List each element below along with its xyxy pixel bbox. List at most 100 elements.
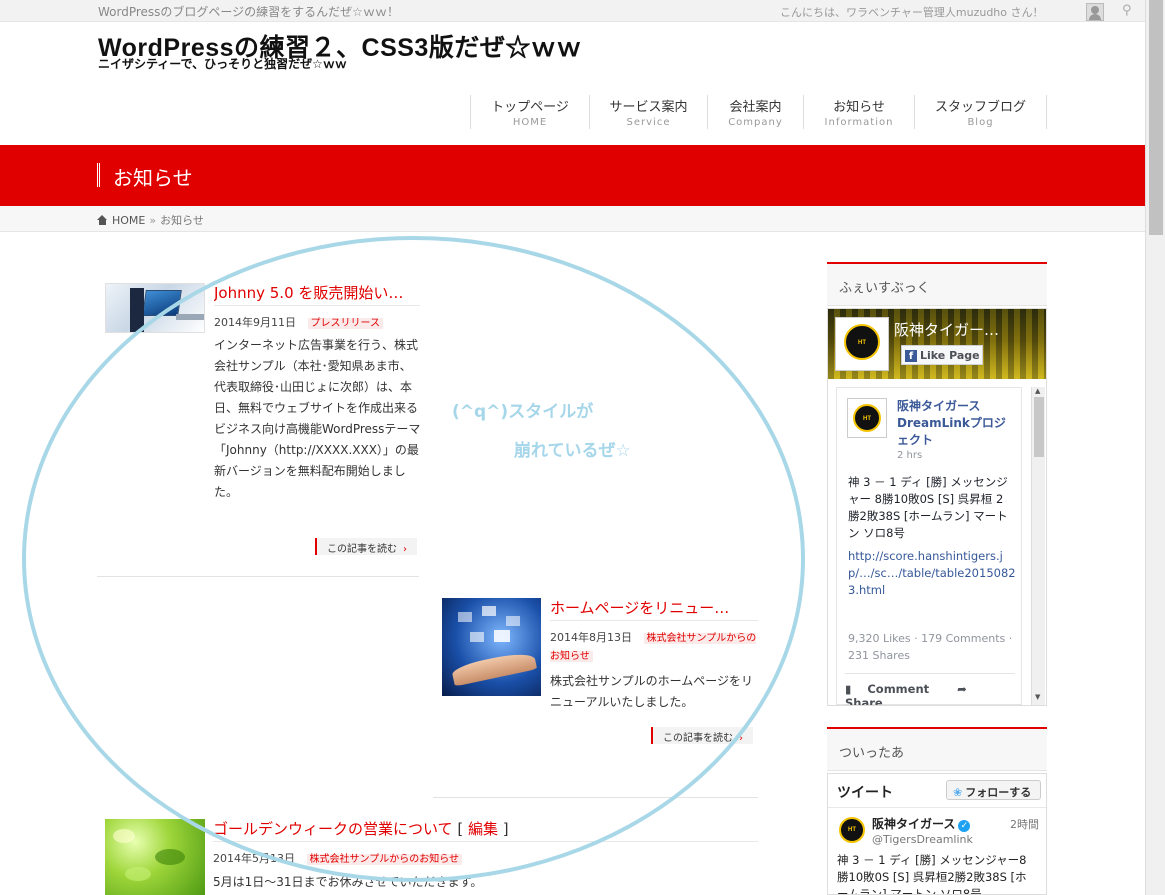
- post-date: 2014年5月13日: [213, 852, 295, 865]
- read-more-button[interactable]: この記事を読む ›: [651, 727, 753, 744]
- post-excerpt: 5月は1日～31日までお休みさせていただきます。: [213, 875, 483, 889]
- annotation-text-2: 崩れているぜ☆: [514, 441, 631, 461]
- tigers-logo-icon[interactable]: HT: [835, 317, 889, 371]
- facebook-page-name[interactable]: 阪神タイガー…: [894, 319, 999, 340]
- nav-sublabel: Service: [626, 117, 671, 128]
- facebook-post-stats[interactable]: 9,320 Likes · 179 Comments · 231 Shares: [848, 630, 1013, 664]
- site-tagline: WordPressのブログページの練習をするんだぜ☆ｗｗ！: [98, 5, 399, 19]
- page-scroll-thumb[interactable]: [1149, 0, 1163, 235]
- nav-label: お知らせ: [833, 100, 885, 115]
- twitter-timeline-title[interactable]: ツイート: [837, 782, 893, 802]
- user-greeting[interactable]: こんにちは、ワラベンチャー管理人muzudho さん！: [780, 4, 1044, 20]
- breadcrumb-current: お知らせ: [160, 214, 204, 227]
- page-title: お知らせ: [113, 166, 193, 190]
- post-meta: 2014年8月13日 株式会社サンプルからのお知らせ: [550, 629, 760, 665]
- page-header-band: お知らせ: [0, 145, 1145, 206]
- nav-label: トップページ: [491, 100, 569, 115]
- nav-item-information[interactable]: お知らせ Information: [804, 95, 915, 129]
- scroll-up-icon[interactable]: ▲: [1035, 387, 1040, 395]
- facebook-post-time[interactable]: 2 hrs: [897, 450, 922, 461]
- post-excerpt: 株式会社サンプルのホームページをリニューアルいたしました。: [550, 674, 754, 709]
- breadcrumb-home-link[interactable]: HOME: [112, 214, 145, 227]
- post-thumbnail[interactable]: [442, 598, 541, 696]
- twitter-timeline: ツイート ❀ フォローする HT 阪神タイガース ✓ @TigersDreamlin…: [827, 773, 1047, 895]
- read-more-button[interactable]: この記事を読む ›: [315, 538, 417, 555]
- nav-label: サービス案内: [609, 100, 688, 115]
- nav-sublabel: Blog: [967, 117, 994, 128]
- post-excerpt: インターネット広告事業を行う、株式会社サンプル（本社･愛知県あま市、代表取締役･…: [214, 338, 421, 499]
- post-title-link[interactable]: Johnny 5.0 を販売開始い…: [214, 282, 420, 303]
- read-more-label: この記事を読む: [327, 544, 397, 555]
- post-category-link[interactable]: プレスリリース: [307, 318, 383, 329]
- tweet-author-name[interactable]: 阪神タイガース ✓: [872, 815, 971, 832]
- user-avatar-icon[interactable]: [1086, 3, 1104, 21]
- facebook-post-author[interactable]: 阪神タイガースDreamLinkプロジェクト: [897, 398, 1012, 449]
- post-date: 2014年8月13日: [550, 631, 632, 644]
- global-nav: トップページ HOME サービス案内 Service 会社案内 Company …: [470, 95, 1047, 129]
- title-divider: [213, 841, 758, 842]
- nav-item-service[interactable]: サービス案内 Service: [590, 95, 708, 129]
- chevron-right-icon: ›: [403, 544, 407, 555]
- tigers-avatar-icon[interactable]: HT: [837, 815, 867, 845]
- facebook-page-plugin: HT 阪神タイガー… f Like Page HT 阪神タイガースDreamLin…: [827, 308, 1047, 706]
- twitter-bird-icon: ❀: [953, 786, 963, 799]
- search-icon[interactable]: ⚲: [1122, 3, 1132, 18]
- nav-label: スタッフブログ: [934, 100, 1026, 115]
- post-date: 2014年9月11日: [214, 316, 296, 329]
- comment-icon: ▮: [845, 682, 852, 696]
- post-meta: 2014年5月13日 株式会社サンプルからのお知らせ: [213, 850, 462, 866]
- page-scrollbar[interactable]: [1145, 0, 1165, 895]
- like-label: Like Page: [920, 349, 980, 362]
- facebook-scrollbar[interactable]: ▲ ▼: [1031, 387, 1045, 705]
- home-icon: [97, 215, 108, 225]
- edit-bracket: ]: [497, 820, 509, 838]
- post-title-link[interactable]: ゴールデンウィークの営業について: [213, 820, 453, 838]
- nav-item-home[interactable]: トップページ HOME: [471, 95, 590, 129]
- timeline-divider: [828, 807, 1046, 808]
- comment-button[interactable]: ▮ Comment: [845, 682, 941, 696]
- follow-label: フォローする: [965, 786, 1032, 799]
- post-divider: [433, 797, 758, 798]
- post-title-link[interactable]: ホームページをリニュー…: [550, 597, 758, 618]
- facebook-post-text: 神 3 － 1 ディ [勝] メッセンジャー 8勝10敗0S [S] 呉昇桓 2…: [848, 475, 1008, 540]
- breadcrumb-separator: »: [149, 213, 157, 227]
- tigers-logo-icon[interactable]: HT: [847, 398, 887, 438]
- post-thumbnail[interactable]: [105, 819, 205, 895]
- annotation-text-1: (^q^)スタイルが: [452, 402, 594, 422]
- scroll-down-icon[interactable]: ▼: [1035, 693, 1040, 701]
- facebook-like-button[interactable]: f Like Page: [901, 345, 983, 365]
- edit-bracket: [: [457, 820, 468, 838]
- share-label: Share: [845, 696, 883, 706]
- facebook-post: HT 阪神タイガースDreamLinkプロジェクト 2 hrs 神 3 － 1 …: [836, 387, 1022, 705]
- facebook-post-url[interactable]: http://score.hanshintigers.jp/…/sc…/tabl…: [848, 548, 1016, 599]
- tweet-author-handle[interactable]: @TigersDreamlink: [872, 833, 973, 846]
- post-meta: 2014年9月11日 プレスリリース: [214, 314, 383, 330]
- share-icon: ➦: [957, 682, 967, 696]
- nav-sublabel: Company: [728, 117, 783, 128]
- facebook-post-actions: ▮ Comment ➦ Share: [845, 673, 1015, 706]
- post-thumbnail[interactable]: [105, 283, 205, 333]
- scroll-thumb[interactable]: [1034, 397, 1044, 457]
- widget-heading-twitter: ついったあ: [827, 727, 1047, 771]
- nav-sublabel: HOME: [512, 117, 548, 128]
- post-divider: [97, 576, 419, 577]
- facebook-icon: f: [905, 350, 917, 362]
- nav-item-company[interactable]: 会社案内 Company: [708, 95, 804, 129]
- widget-heading-facebook: ふぇいすぶっく: [827, 262, 1047, 306]
- comment-label: Comment: [867, 682, 930, 696]
- tweet-time[interactable]: 2時間: [1010, 816, 1039, 832]
- title-divider: [550, 620, 758, 621]
- nav-label: 会社案内: [729, 100, 782, 115]
- tweet-text: 神 3 － 1 ディ [勝] メッセンジャー8勝10敗0S [S] 呉昇桓2勝2…: [837, 853, 1027, 895]
- title-bar-decoration: [97, 163, 100, 187]
- twitter-follow-button[interactable]: ❀ フォローする: [946, 780, 1041, 800]
- site-description: ニイザシティーで、ひっそりと独習だぜ☆ｗｗ: [98, 57, 347, 71]
- admin-topbar: WordPressのブログページの練習をするんだぜ☆ｗｗ！ こんにちは、ワラベン…: [0, 0, 1145, 22]
- read-more-label: この記事を読む: [663, 733, 733, 744]
- post-category-link[interactable]: 株式会社サンプルからのお知らせ: [306, 854, 462, 865]
- tweet-author-label: 阪神タイガース: [872, 817, 956, 831]
- post-title-row: ゴールデンウィークの営業について [ 編集 ]: [213, 818, 553, 839]
- breadcrumb: HOME » お知らせ: [0, 206, 1145, 232]
- nav-item-blog[interactable]: スタッフブログ Blog: [915, 95, 1047, 129]
- edit-post-link[interactable]: 編集: [468, 820, 498, 838]
